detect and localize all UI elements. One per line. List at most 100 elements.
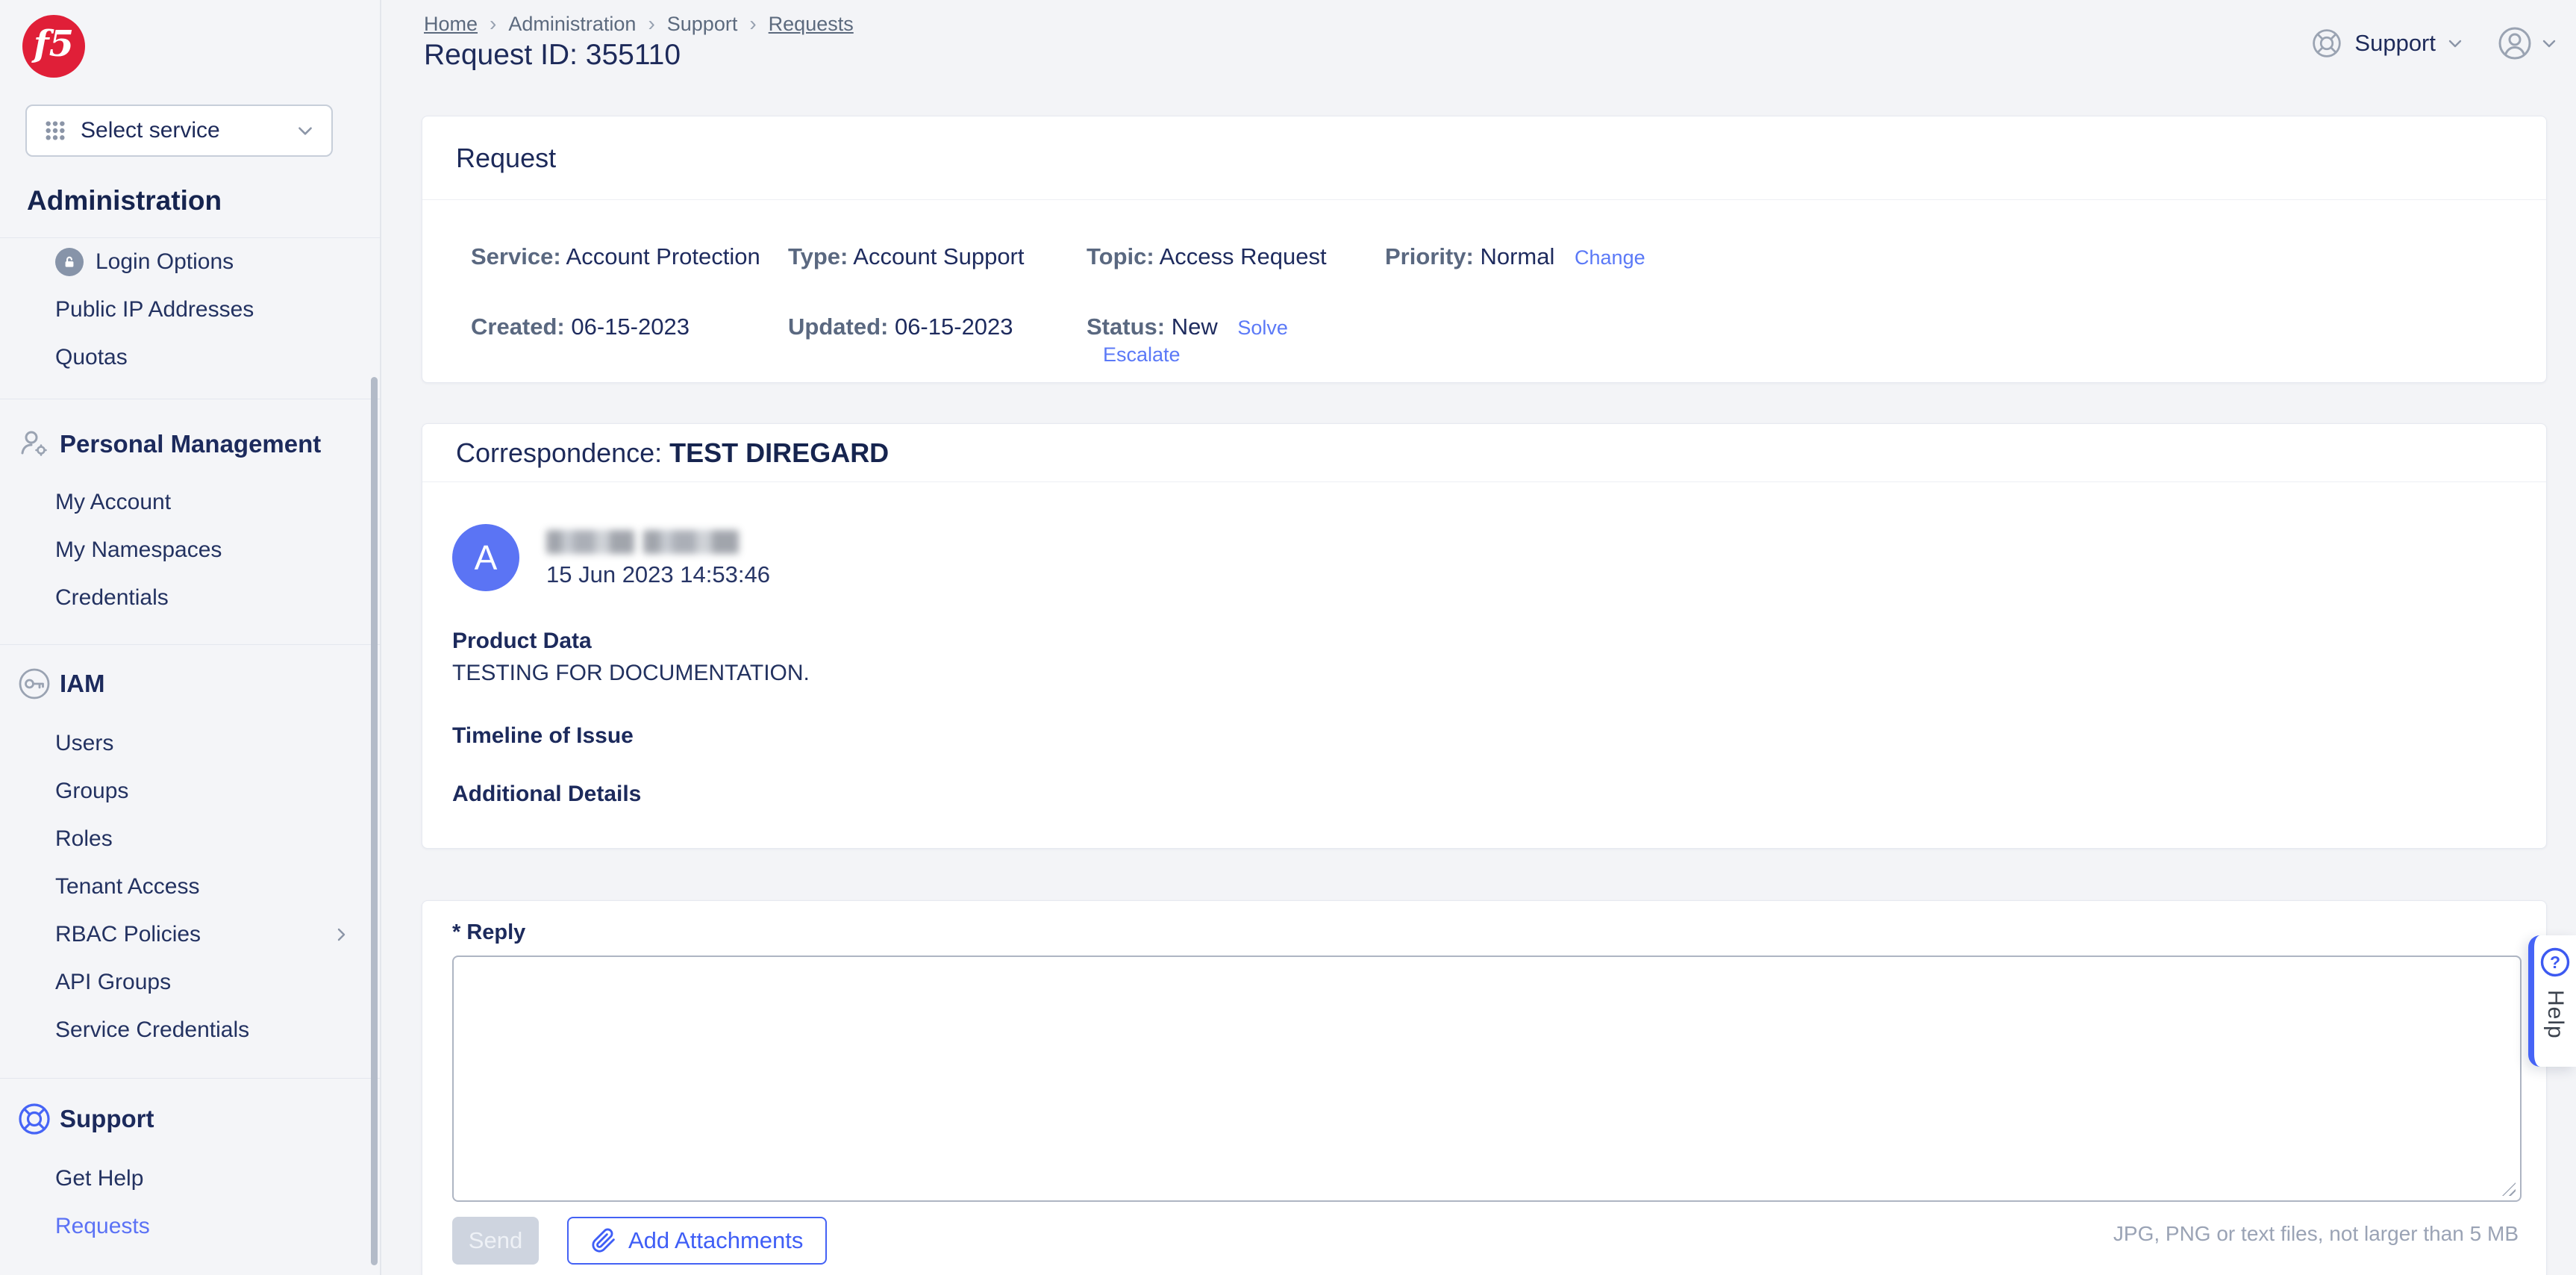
breadcrumb-separator: › bbox=[749, 12, 756, 36]
sidebar-item-my-namespaces[interactable]: My Namespaces bbox=[0, 526, 380, 574]
help-tab[interactable]: ? Help bbox=[2528, 935, 2576, 1067]
sidebar-item-users[interactable]: Users bbox=[0, 720, 380, 767]
change-priority-link[interactable]: Change bbox=[1575, 246, 1645, 269]
message-section: Additional Details bbox=[452, 782, 2513, 807]
add-attachments-label: Add Attachments bbox=[628, 1227, 803, 1254]
svg-text:?: ? bbox=[2550, 953, 2560, 972]
sidebar-item-label: My Account bbox=[55, 490, 171, 515]
message-header: A 15 Jun 2023 14:53:46 bbox=[452, 524, 2513, 591]
sidebar-section-personal-management[interactable]: Personal Management bbox=[0, 420, 380, 468]
sidebar-item-label: API Groups bbox=[55, 970, 171, 995]
sidebar-item-label: Requests bbox=[55, 1214, 150, 1239]
reply-textarea[interactable] bbox=[452, 956, 2522, 1202]
breadcrumb-home[interactable]: Home bbox=[424, 13, 478, 36]
sidebar-item-get-help[interactable]: Get Help bbox=[0, 1155, 380, 1203]
sidebar-section-label: Support bbox=[60, 1105, 154, 1133]
question-circle-icon: ? bbox=[2539, 947, 2571, 978]
chevron-down-icon[interactable] bbox=[2540, 34, 2558, 52]
reply-body: * Reply Send Add Attachments JPG, PNG or… bbox=[422, 901, 2546, 1265]
sidebar-item-requests[interactable]: Requests bbox=[0, 1203, 380, 1250]
help-tab-label: Help bbox=[2542, 990, 2568, 1039]
field-priority: Priority: Normal Change bbox=[1385, 243, 2513, 270]
field-topic: Topic: Access Request bbox=[1087, 243, 1385, 270]
support-switcher[interactable]: Support bbox=[2354, 30, 2436, 57]
reply-card: * Reply Send Add Attachments JPG, PNG or… bbox=[422, 900, 2547, 1275]
paperclip-icon bbox=[591, 1228, 616, 1253]
key-icon bbox=[16, 667, 52, 701]
field-value: Account Protection bbox=[566, 243, 760, 269]
sidebar-title: Administration bbox=[27, 185, 222, 216]
sidebar-item-label: RBAC Policies bbox=[55, 922, 201, 947]
sidebar-item-service-credentials[interactable]: Service Credentials bbox=[0, 1006, 380, 1054]
sidebar-item-label: Get Help bbox=[55, 1166, 143, 1191]
f5-logo[interactable]: f5 bbox=[22, 15, 85, 78]
sidebar-item-roles[interactable]: Roles bbox=[0, 815, 380, 863]
reply-textarea-wrap bbox=[452, 956, 2520, 1202]
solve-link[interactable]: Solve bbox=[1237, 317, 1288, 339]
breadcrumb: Home › Administration › Support › Reques… bbox=[424, 12, 854, 36]
service-selector[interactable]: Select service bbox=[25, 105, 333, 157]
request-card: Request Service: Account Protection Type… bbox=[422, 116, 2547, 383]
sidebar-item-label: Tenant Access bbox=[55, 874, 199, 900]
chevron-down-icon bbox=[296, 121, 315, 140]
redacted-author-name bbox=[546, 530, 770, 554]
sidebar-item-public-ip-addresses[interactable]: Public IP Addresses bbox=[0, 286, 380, 334]
chevron-down-icon[interactable] bbox=[2446, 34, 2464, 52]
user-avatar-icon[interactable] bbox=[2497, 25, 2533, 61]
sidebar-item-label: Public IP Addresses bbox=[55, 297, 254, 322]
page-title: Request ID: 355110 bbox=[424, 39, 681, 72]
page: f5 Select service Administration bbox=[0, 0, 2576, 1275]
sidebar-item-api-groups[interactable]: API Groups bbox=[0, 958, 380, 1006]
message-section-heading: Timeline of Issue bbox=[452, 723, 2513, 749]
sidebar-item-rbac-policies[interactable]: RBAC Policies bbox=[0, 911, 380, 958]
avatar: A bbox=[452, 524, 519, 591]
breadcrumb-administration[interactable]: Administration bbox=[508, 13, 636, 36]
sidebar-item-credentials[interactable]: Credentials bbox=[0, 574, 380, 622]
sidebar-item-label: My Namespaces bbox=[55, 537, 222, 563]
sidebar: f5 Select service Administration bbox=[0, 0, 381, 1275]
correspondence-card: Correspondence: TEST DIREGARD A 15 Jun 2… bbox=[422, 423, 2547, 849]
attachment-hint: JPG, PNG or text files, not larger than … bbox=[2113, 1222, 2519, 1246]
sidebar-item-label: Service Credentials bbox=[55, 1017, 249, 1043]
breadcrumb-support[interactable]: Support bbox=[667, 13, 738, 36]
message-section: Product Data TESTING FOR DOCUMENTATION. bbox=[452, 629, 2513, 686]
breadcrumb-separator: › bbox=[648, 12, 654, 36]
message-section-heading: Additional Details bbox=[452, 782, 2513, 807]
message-section-body: TESTING FOR DOCUMENTATION. bbox=[452, 661, 2513, 686]
reply-label: * Reply bbox=[452, 920, 2520, 945]
sidebar-item-label: Groups bbox=[55, 779, 128, 804]
divider bbox=[0, 644, 380, 645]
send-button[interactable]: Send bbox=[452, 1217, 539, 1265]
message-timestamp: 15 Jun 2023 14:53:46 bbox=[546, 561, 770, 588]
sidebar-item-quotas[interactable]: Quotas bbox=[0, 334, 380, 381]
sidebar-item-login-options[interactable]: Login Options bbox=[0, 238, 380, 286]
request-fields: Service: Account Protection Type: Accoun… bbox=[422, 200, 2546, 367]
sidebar-item-my-account[interactable]: My Account bbox=[0, 478, 380, 526]
field-value: 06-15-2023 bbox=[571, 314, 690, 340]
sidebar-nav: Login Options Public IP Addresses Quotas bbox=[0, 237, 380, 1250]
sidebar-item-label: Login Options bbox=[96, 249, 234, 275]
field-value: Normal bbox=[1480, 243, 1554, 269]
lock-icon bbox=[55, 248, 84, 276]
sidebar-item-tenant-access[interactable]: Tenant Access bbox=[0, 863, 380, 911]
field-value: Account Support bbox=[853, 243, 1024, 269]
sidebar-section-iam[interactable]: IAM bbox=[0, 660, 380, 708]
sidebar-section-label: IAM bbox=[60, 670, 105, 698]
sidebar-section-support[interactable]: Support bbox=[0, 1095, 380, 1143]
field-label: Service: bbox=[471, 243, 561, 269]
breadcrumb-separator: › bbox=[490, 12, 496, 36]
field-value: Access Request bbox=[1160, 243, 1327, 269]
escalate-link[interactable]: Escalate bbox=[1103, 343, 1181, 366]
add-attachments-button[interactable]: Add Attachments bbox=[567, 1217, 827, 1265]
field-service: Service: Account Protection bbox=[471, 243, 788, 270]
header-right: Support bbox=[2311, 25, 2558, 61]
field-label: Type: bbox=[788, 243, 848, 269]
sidebar-scrollbar[interactable] bbox=[371, 377, 378, 1265]
service-selector-label: Select service bbox=[81, 118, 220, 143]
sidebar-item-label: Roles bbox=[55, 826, 113, 852]
divider bbox=[0, 1078, 380, 1079]
breadcrumb-requests[interactable]: Requests bbox=[769, 13, 854, 36]
correspondence-title-prefix: Correspondence: bbox=[456, 437, 662, 469]
field-label: Topic: bbox=[1087, 243, 1154, 269]
sidebar-item-groups[interactable]: Groups bbox=[0, 767, 380, 815]
